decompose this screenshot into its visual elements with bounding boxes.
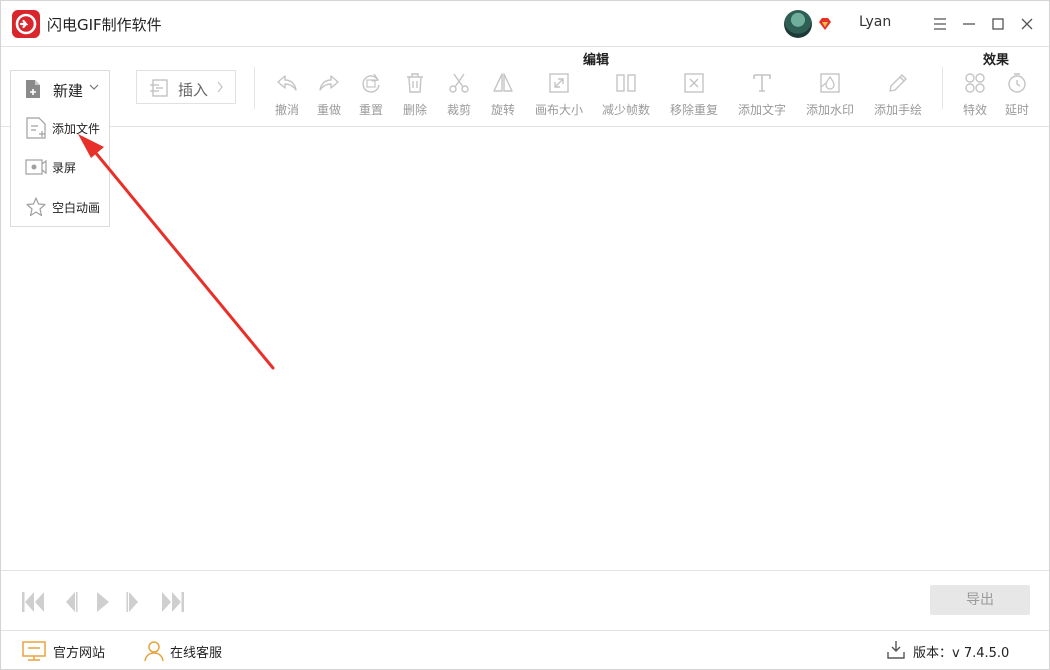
tool-add-watermark[interactable]: 添加水印 (802, 71, 858, 117)
tool-undo[interactable]: 撤消 (269, 71, 305, 117)
screen-record-icon (25, 159, 47, 175)
online-support-link[interactable]: 在线客服 (143, 640, 233, 662)
new-document-icon (26, 80, 40, 98)
user-avatar[interactable] (784, 10, 812, 38)
reduce-frames-icon (616, 74, 636, 92)
menu-icon[interactable] (930, 14, 950, 34)
menu-item-label: 空白动画 (52, 201, 101, 215)
remove-duplicates-icon (684, 73, 704, 93)
toolbar: 编辑 效果 新建 插入 撤消 重做 重置 删除 裁剪 旋转 画布大小 减少帧数 … (1, 47, 1049, 127)
monitor-icon (22, 641, 46, 661)
app-window: 闪电GIF制作软件 Lyan 编辑 效果 新建 插入 撤消 重做 重置 删除 裁… (0, 0, 1050, 670)
delay-icon (1008, 73, 1026, 93)
effects-icon (965, 73, 985, 93)
menu-item-label: 录屏 (52, 161, 77, 175)
tool-label: 重置 (358, 103, 383, 117)
reset-icon (362, 73, 380, 93)
tool-redo[interactable]: 重做 (311, 71, 347, 117)
export-button[interactable]: 导出 (930, 585, 1030, 615)
add-drawing-icon (889, 74, 907, 92)
redo-icon (319, 75, 339, 91)
insert-button[interactable]: 插入 (136, 70, 236, 104)
menu-item-blank-animation[interactable]: 空白动画 (11, 188, 109, 224)
new-button[interactable]: 新建 (10, 70, 110, 106)
maximize-icon[interactable] (988, 14, 1008, 34)
tool-canvas-size[interactable]: 画布大小 (531, 71, 587, 117)
scissors-icon (449, 73, 469, 93)
minimize-icon[interactable] (959, 14, 979, 34)
previous-frame-icon[interactable] (62, 591, 78, 613)
tool-label: 特效 (962, 103, 987, 117)
version-value: v 7.4.5.0 (952, 646, 1010, 661)
vip-diamond-icon[interactable] (817, 16, 833, 32)
close-icon[interactable] (1017, 14, 1037, 34)
version-info: 版本：v 7.4.5.0 (913, 642, 1009, 661)
update-download-icon[interactable] (887, 640, 907, 662)
tool-reduce-frames[interactable]: 减少帧数 (598, 71, 654, 117)
next-frame-icon[interactable] (126, 591, 142, 613)
tool-label: 添加水印 (805, 103, 854, 117)
app-logo-icon (12, 10, 40, 38)
tool-rotate[interactable]: 旋转 (485, 71, 521, 117)
skip-to-start-icon[interactable] (21, 591, 45, 613)
tool-label: 添加手绘 (873, 103, 922, 117)
version-label: 版本： (913, 646, 953, 661)
tool-add-drawing[interactable]: 添加手绘 (870, 71, 926, 117)
tool-label: 旋转 (490, 103, 515, 117)
toolbar-separator (254, 67, 255, 109)
tool-label: 添加文字 (737, 103, 786, 117)
delete-icon (407, 73, 423, 93)
chevron-down-icon (89, 84, 99, 90)
new-button-label: 新建 (53, 82, 84, 100)
blank-animation-icon (26, 197, 46, 217)
toolbar-separator (942, 67, 943, 109)
insert-icon (150, 79, 168, 97)
tool-label: 画布大小 (534, 103, 583, 117)
add-text-icon (753, 74, 771, 92)
tool-label: 裁剪 (446, 103, 471, 117)
add-file-icon (26, 117, 46, 139)
new-dropdown-menu: 添加文件 录屏 空白动画 (10, 105, 110, 227)
app-title: 闪电GIF制作软件 (47, 16, 162, 34)
username[interactable]: Lyan (859, 14, 891, 30)
title-bar: 闪电GIF制作软件 Lyan (1, 1, 1049, 47)
undo-icon (277, 75, 297, 91)
tool-effects[interactable]: 特效 (957, 71, 993, 117)
tool-label: 撤消 (274, 103, 299, 117)
status-bar: 官方网站 在线客服 版本：v 7.4.5.0 (1, 631, 1049, 669)
playback-bar: 导出 (1, 570, 1049, 631)
tool-add-text[interactable]: 添加文字 (734, 71, 790, 117)
tool-crop[interactable]: 裁剪 (441, 71, 477, 117)
menu-item-screen-record[interactable]: 录屏 (11, 148, 109, 184)
tool-label: 延时 (1004, 103, 1029, 117)
canvas-size-icon (549, 73, 569, 93)
tool-reset[interactable]: 重置 (353, 71, 389, 117)
play-icon[interactable] (95, 591, 111, 613)
menu-item-label: 添加文件 (52, 122, 101, 136)
tool-label: 删除 (402, 103, 427, 117)
user-support-icon (144, 641, 164, 662)
tool-delete[interactable]: 删除 (397, 71, 433, 117)
tool-label: 减少帧数 (601, 103, 650, 117)
chevron-right-icon (217, 81, 223, 93)
rotate-icon (493, 73, 513, 92)
insert-button-label: 插入 (178, 81, 209, 99)
online-support-label: 在线客服 (170, 646, 223, 661)
tool-remove-duplicates[interactable]: 移除重复 (666, 71, 722, 117)
official-website-link[interactable]: 官方网站 (22, 640, 112, 662)
tool-label: 移除重复 (669, 103, 718, 117)
official-website-label: 官方网站 (53, 646, 106, 661)
group-label-effect: 效果 (983, 53, 1010, 68)
tool-label: 重做 (316, 103, 341, 117)
tool-delay[interactable]: 延时 (999, 71, 1035, 117)
menu-item-add-file[interactable]: 添加文件 (11, 109, 109, 145)
skip-to-end-icon[interactable] (161, 591, 185, 613)
add-watermark-icon (820, 73, 840, 93)
group-label-edit: 编辑 (583, 53, 610, 68)
